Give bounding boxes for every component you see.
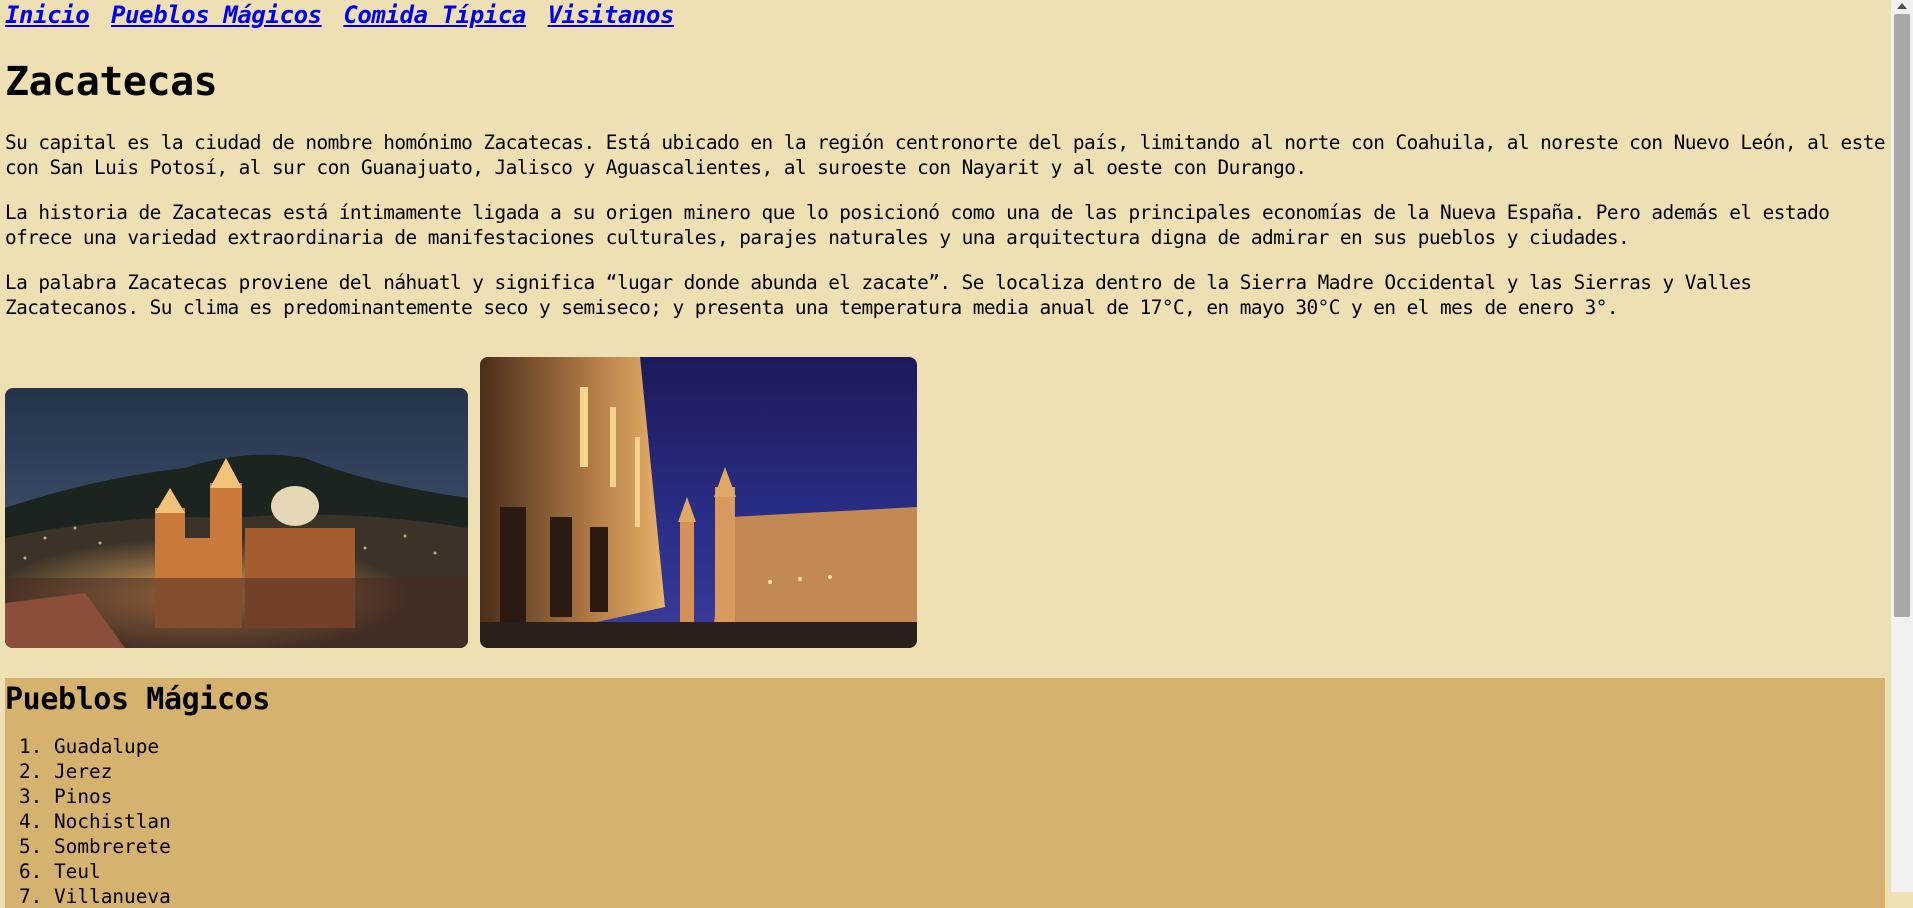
list-item: Guadalupe [54, 734, 1885, 759]
cathedral-hill-photo [5, 388, 468, 648]
etymology-paragraph: La palabra Zacatecas proviene del náhuat… [5, 271, 1752, 319]
list-item: Jerez [54, 759, 1885, 784]
list-item: Pinos [54, 784, 1885, 809]
scroll-thumb[interactable] [1894, 14, 1910, 617]
vertical-scrollbar[interactable] [1891, 0, 1913, 892]
top-nav: Inicio Pueblos Mágicos Comida Típica Vis… [5, 0, 1890, 31]
photo-gallery [5, 357, 1890, 648]
list-item: Villanueva [54, 884, 1885, 908]
nav-link-inicio[interactable]: Inicio [5, 1, 90, 29]
page: Inicio Pueblos Mágicos Comida Típica Vis… [0, 0, 1890, 908]
intro-paragraph: Su capital es la ciudad de nombre homóni… [5, 131, 1886, 179]
list-item: Sombrerete [54, 834, 1885, 859]
nav-link-comida-tipica[interactable]: Comida Típica [343, 1, 526, 29]
street-cathedral-photo [480, 357, 917, 648]
pueblos-list: Guadalupe Jerez Pinos Nochistlan Sombrer… [5, 734, 1885, 908]
nav-link-visitanos[interactable]: Visitanos [548, 1, 675, 29]
nav-link-pueblos-magicos[interactable]: Pueblos Mágicos [111, 1, 322, 29]
list-item: Teul [54, 859, 1885, 884]
pueblos-magicos-section: Pueblos Mágicos Guadalupe Jerez Pinos No… [5, 678, 1885, 908]
history-paragraph: La historia de Zacatecas está íntimament… [5, 201, 1830, 249]
scroll-up-arrow-icon[interactable] [1897, 3, 1907, 9]
page-title: Zacatecas [5, 59, 218, 105]
list-item: Nochistlan [54, 809, 1885, 834]
pueblos-heading: Pueblos Mágicos [5, 682, 270, 717]
